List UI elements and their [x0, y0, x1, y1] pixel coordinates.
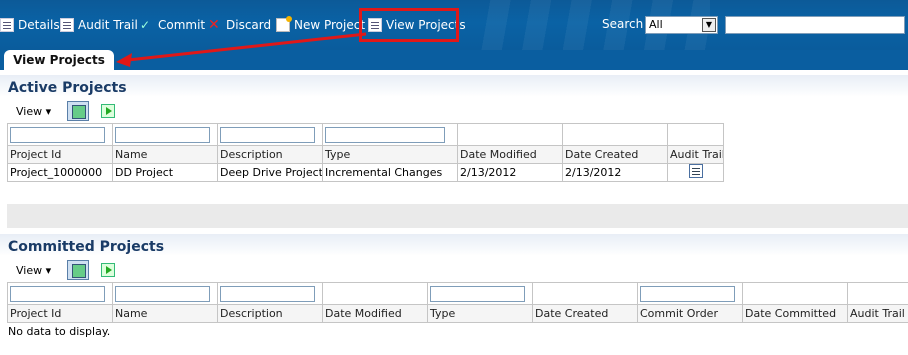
cell-project-id: Project_1000000 [7, 163, 113, 182]
column-header[interactable]: Date Created [532, 304, 638, 323]
filter-commit-order[interactable] [640, 286, 735, 302]
filter-cell [322, 282, 428, 305]
commit-label: Commit [158, 18, 206, 32]
filter-cell [112, 282, 218, 305]
commit-button[interactable]: ✓ Commit [140, 15, 205, 35]
header-row: Project Id Name Description Date Modifie… [7, 304, 908, 323]
column-header[interactable]: Project Id [7, 145, 113, 164]
search-label: Search [602, 17, 644, 31]
filter-cell [7, 282, 113, 305]
filter-cell [322, 123, 458, 146]
active-projects-table: Project Id Name Description Type Date Mo… [7, 123, 724, 182]
audit-trail-icon [60, 18, 74, 32]
filter-description[interactable] [220, 127, 315, 143]
cell-type: Incremental Changes [322, 163, 458, 182]
filter-cell [217, 123, 323, 146]
filter-cell [667, 123, 724, 146]
filter-cell [457, 123, 563, 146]
table-row[interactable]: Project_1000000 DD Project Deep Drive Pr… [7, 163, 724, 182]
filter-project-id[interactable] [10, 286, 105, 302]
cell-audit-trail [667, 163, 724, 182]
filter-cell [562, 123, 668, 146]
filter-cell [7, 123, 113, 146]
active-projects-title: Active Projects [8, 80, 127, 96]
chevron-down-icon[interactable]: ▼ [702, 18, 716, 32]
column-header[interactable]: Commit Order [637, 304, 743, 323]
header-row: Project Id Name Description Type Date Mo… [7, 145, 724, 164]
column-header[interactable]: Type [427, 304, 533, 323]
column-header[interactable]: Type [322, 145, 458, 164]
column-header[interactable]: Description [217, 145, 323, 164]
filter-cell [742, 282, 848, 305]
column-header[interactable]: Date Committed [742, 304, 848, 323]
column-header[interactable]: Project Id [7, 304, 113, 323]
tab-bar [0, 50, 908, 70]
filter-icon[interactable] [67, 101, 90, 121]
details-button[interactable]: Details [0, 15, 60, 35]
commit-icon: ✓ [140, 18, 151, 32]
details-icon [0, 18, 14, 32]
main-toolbar: Details Audit Trail ✓ Commit ✕ Discard N… [0, 0, 908, 50]
audit-trail-label: Audit Trail [78, 18, 138, 32]
filter-project-id[interactable] [10, 127, 105, 143]
column-header[interactable]: Name [112, 304, 218, 323]
active-view-menu[interactable]: View ▾ [16, 105, 51, 118]
committed-projects-title: Committed Projects [8, 239, 165, 255]
highlight-box [359, 8, 459, 42]
new-project-button[interactable]: New Project [276, 15, 365, 35]
column-header[interactable]: Date Created [562, 145, 668, 164]
tab-view-projects[interactable]: View Projects [4, 50, 114, 71]
committed-projects-table: Project Id Name Description Date Modifie… [7, 282, 908, 323]
new-project-icon [276, 16, 292, 32]
active-title-band [0, 75, 908, 97]
filter-row [7, 123, 724, 146]
play-icon[interactable] [101, 263, 116, 277]
column-header[interactable]: Description [217, 304, 323, 323]
filter-cell [217, 282, 323, 305]
column-header[interactable]: Audit Trail [847, 304, 908, 323]
filter-description[interactable] [220, 286, 315, 302]
filter-icon[interactable] [67, 260, 90, 280]
filter-name[interactable] [115, 127, 210, 143]
column-header[interactable]: Name [112, 145, 218, 164]
audit-trail-button[interactable]: Audit Trail [60, 15, 138, 35]
filter-cell [532, 282, 638, 305]
play-icon[interactable] [101, 104, 116, 118]
empty-message: No data to display. [8, 325, 111, 338]
filter-name[interactable] [115, 286, 210, 302]
filter-cell [112, 123, 218, 146]
filter-type[interactable] [430, 286, 525, 302]
filter-type[interactable] [325, 127, 445, 143]
filter-cell [847, 282, 908, 305]
column-header[interactable]: Audit Trail [667, 145, 724, 164]
committed-view-menu[interactable]: View ▾ [16, 264, 51, 277]
cell-date-modified: 2/13/2012 [457, 163, 563, 182]
column-header[interactable]: Date Modified [457, 145, 563, 164]
cell-description: Deep Drive Project [217, 163, 323, 182]
column-header[interactable]: Date Modified [322, 304, 428, 323]
discard-icon: ✕ [208, 17, 220, 33]
active-toolbar: View ▾ [8, 100, 116, 122]
filter-cell [427, 282, 533, 305]
discard-button[interactable]: ✕ Discard [208, 15, 271, 35]
content-area: Active Projects View ▾ Project Id Name D… [0, 70, 908, 355]
search-scope-value: All [649, 18, 663, 31]
search-input[interactable] [725, 16, 905, 34]
details-label: Details [18, 18, 60, 32]
cell-name: DD Project [112, 163, 218, 182]
discard-label: Discard [226, 18, 272, 32]
filter-row [7, 282, 908, 305]
cell-date-created: 2/13/2012 [562, 163, 668, 182]
audit-trail-icon[interactable] [688, 164, 703, 178]
new-project-label: New Project [294, 18, 366, 32]
filter-cell [637, 282, 743, 305]
search-scope-select[interactable]: All ▼ [645, 16, 718, 34]
committed-toolbar: View ▾ [8, 259, 116, 281]
table-empty-area [7, 204, 908, 228]
